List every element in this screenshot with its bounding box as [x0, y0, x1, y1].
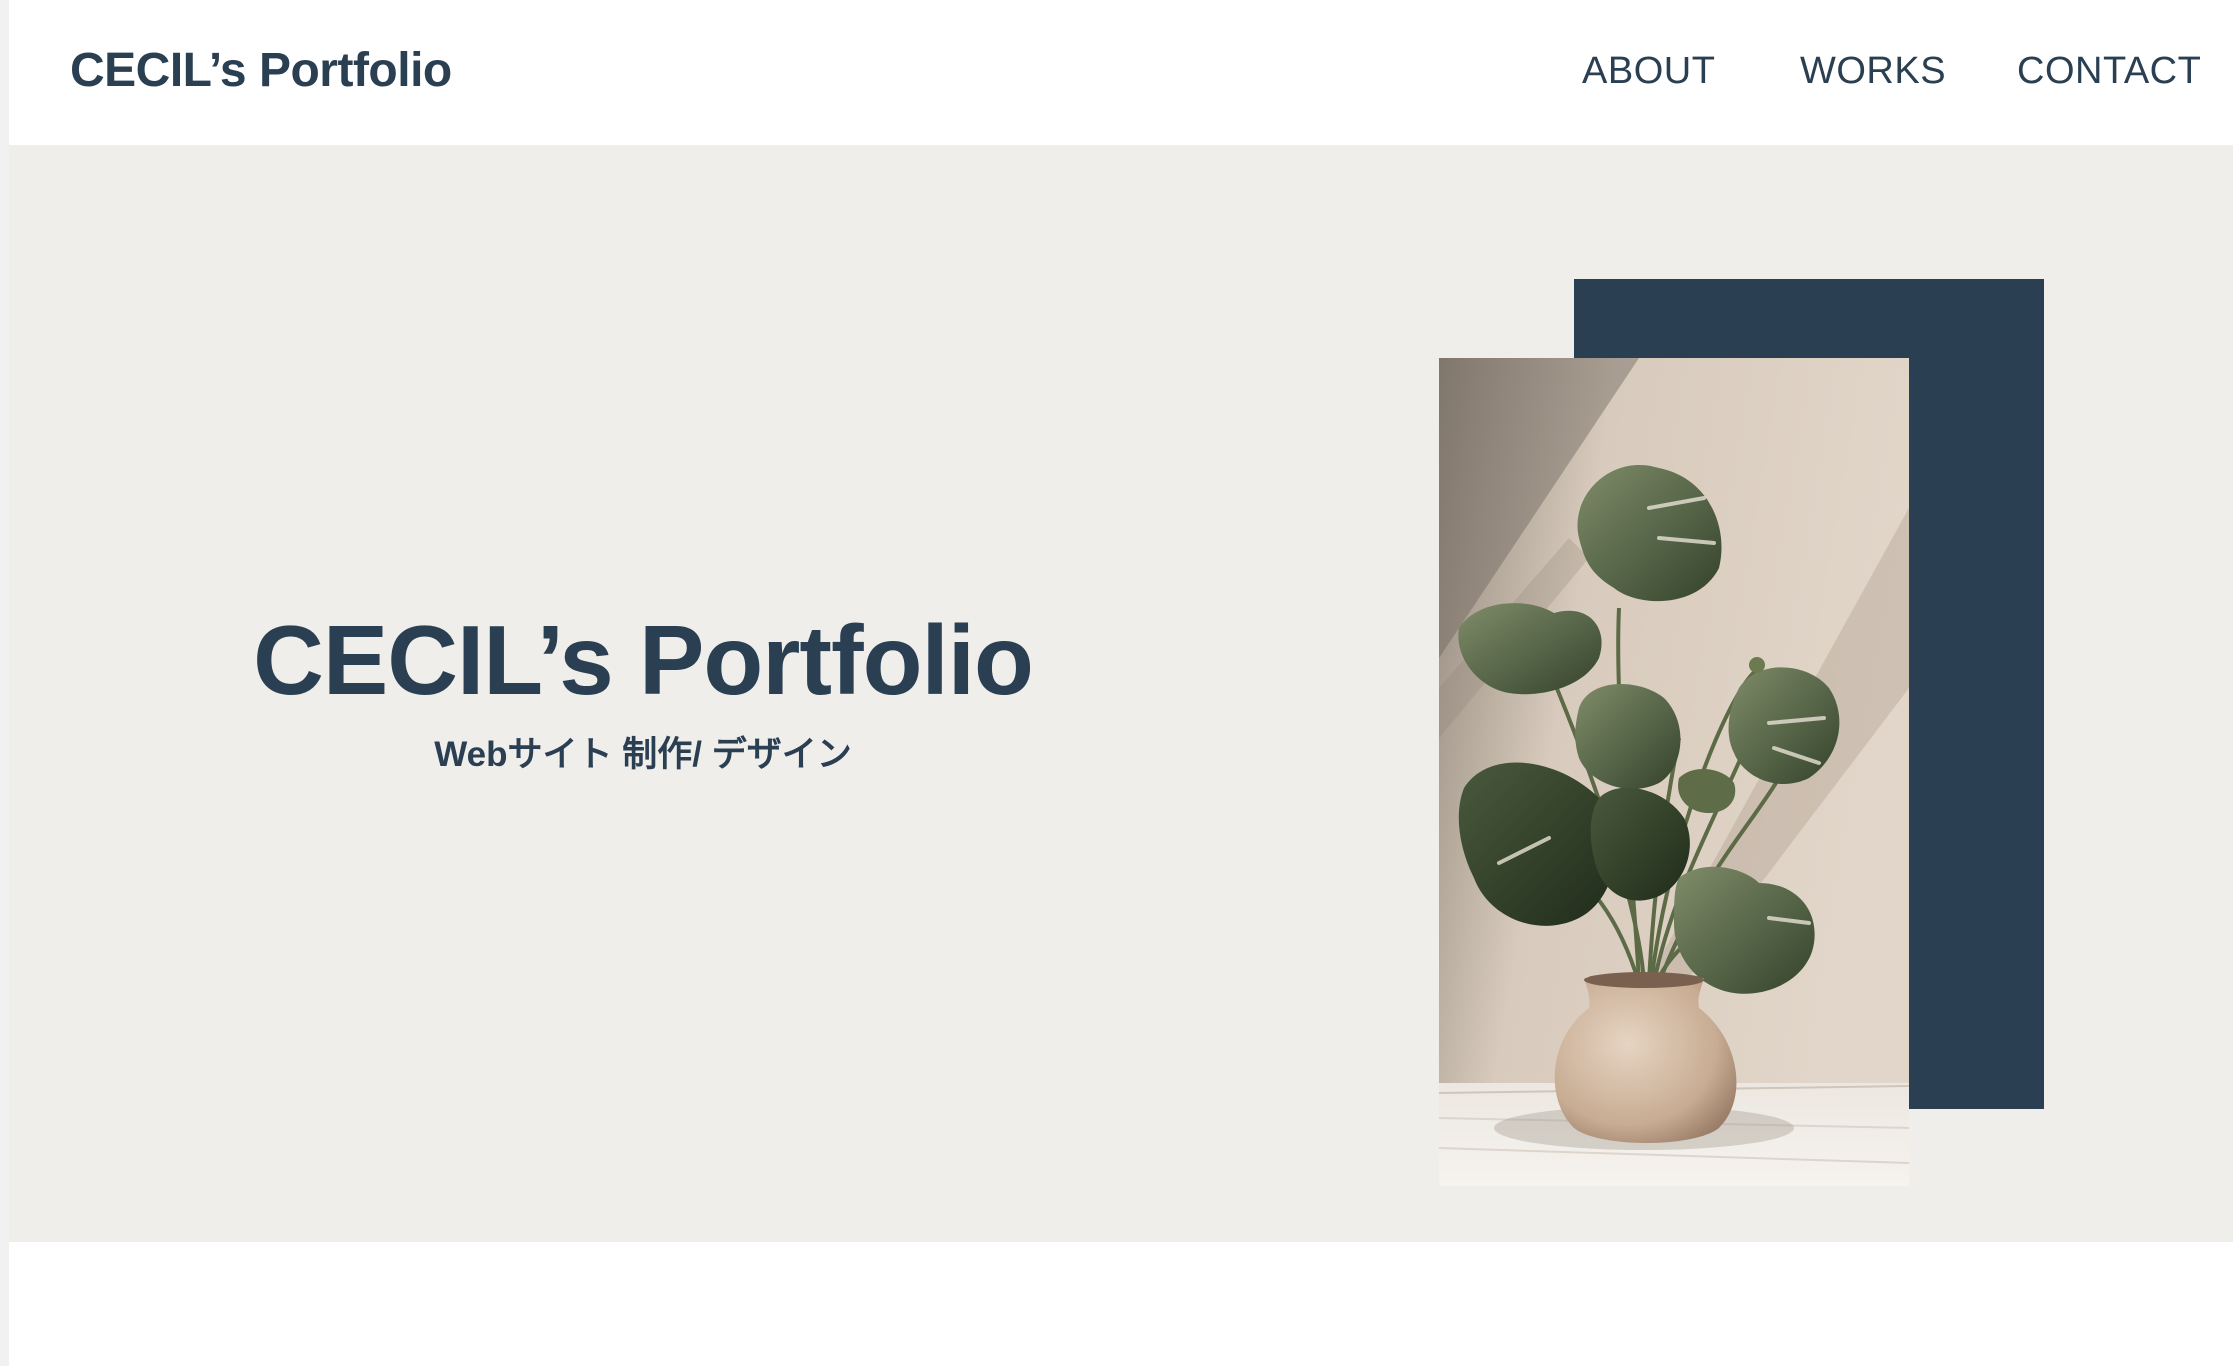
hero-title: CECIL’s Portfolio — [253, 605, 1034, 715]
hero-section: CECIL’s Portfolio Webサイト 制作/ デザイン — [9, 145, 2233, 1242]
site-header: CECIL’s Portfolio ABOUT WORKS CONTACT — [9, 0, 2233, 145]
nav-link-works[interactable]: WORKS — [1800, 36, 1946, 106]
page-below-hero — [9, 1242, 2233, 1366]
nav-link-contact[interactable]: CONTACT — [2017, 36, 2201, 106]
main-nav: ABOUT WORKS CONTACT — [9, 36, 2233, 106]
potted-plant-photo — [1439, 358, 1909, 1186]
hero-subtitle: Webサイト 制作/ デザイン — [434, 735, 852, 774]
nav-link-about[interactable]: ABOUT — [1582, 36, 1715, 106]
page-left-edge — [0, 0, 9, 1366]
